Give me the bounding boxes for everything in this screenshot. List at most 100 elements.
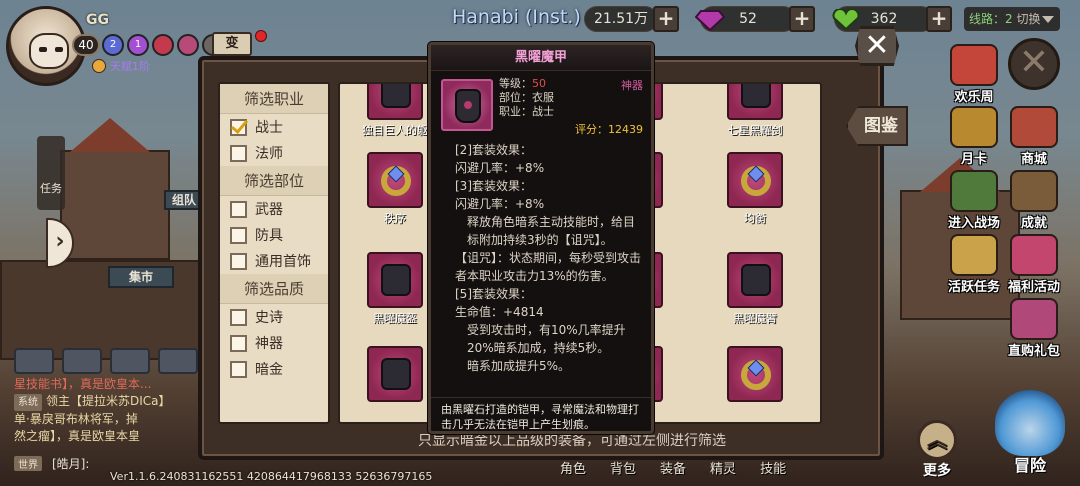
armor-icon xyxy=(441,79,493,131)
menu-item-icon xyxy=(1010,298,1058,340)
filter-checkbox[interactable] xyxy=(230,200,247,218)
add-stamina-button[interactable]: + xyxy=(926,6,952,32)
gold-display: 21.51万 xyxy=(584,6,658,32)
chat-text: 星技能书】，真是欧皇本... xyxy=(14,377,152,391)
filter-checkbox[interactable] xyxy=(230,308,247,326)
equipment-cell[interactable]: 七星黑耀剑 xyxy=(708,84,802,138)
filter-column: 筛选职业 战士 法师 筛选部位 武器 防具 通用首饰 筛选品质 史诗 神器 暗金 xyxy=(218,82,330,424)
filter-option[interactable]: 通用首饰 xyxy=(220,248,328,274)
filter-checkbox[interactable] xyxy=(230,144,247,162)
bottom-nav-item[interactable]: 精灵 xyxy=(710,458,736,477)
tooltip-title: 黑曜魔甲 xyxy=(431,45,651,71)
filter-checkbox[interactable] xyxy=(230,226,247,244)
filter-option-label: 防具 xyxy=(255,228,283,244)
equipment-cell[interactable] xyxy=(708,346,802,404)
bottom-nav: 角色 背包 装备 精灵 技能 xyxy=(560,458,786,477)
settings-gear-icon[interactable] xyxy=(158,348,198,374)
chat-text: 然之瘤】，真是欧皇本皇 xyxy=(14,429,141,443)
item-score: 评分：12439 xyxy=(575,123,643,136)
server-line-select[interactable]: 线路：2 切换 xyxy=(964,7,1060,31)
menu-item-label: 商城 xyxy=(1020,152,1047,167)
heart-icon[interactable] xyxy=(152,34,174,56)
friends-icon[interactable] xyxy=(110,348,150,374)
world-chat[interactable]: 世界 [皓月]: xyxy=(14,455,89,472)
avatar-face xyxy=(29,33,69,69)
armor-icon xyxy=(741,84,771,108)
equipment-name: 均衡 xyxy=(744,212,766,225)
bottom-nav-item[interactable]: 装备 xyxy=(660,458,686,477)
server-name: Hanabi (Inst.) xyxy=(452,6,581,28)
filter-option-label: 通用首饰 xyxy=(255,254,311,270)
avatar-eye xyxy=(55,47,63,52)
bottom-nav-item[interactable]: 角色 xyxy=(560,458,586,477)
filter-checkbox[interactable] xyxy=(230,334,247,352)
equipment-slot xyxy=(727,152,783,208)
add-gem-button[interactable]: + xyxy=(789,6,815,32)
crown-icon[interactable] xyxy=(177,34,199,56)
filter-option[interactable]: 法师 xyxy=(220,140,328,166)
slot-text: 部位：衣服 xyxy=(499,91,554,104)
filter-checkbox[interactable] xyxy=(230,360,247,378)
notification-dot xyxy=(255,30,267,42)
right-menu-item[interactable]: 进入战场 xyxy=(944,170,1004,231)
close-button[interactable]: ✕ xyxy=(855,26,899,66)
more-button[interactable]: ︽ 更多 xyxy=(912,420,962,480)
right-menu-item[interactable]: 福利活动 xyxy=(1004,234,1064,295)
filter-option[interactable]: 武器 xyxy=(220,196,328,222)
status-icons: 2 1 xyxy=(102,34,224,56)
effect-line: 生命值：+4814 xyxy=(455,305,544,319)
equipment-cell[interactable]: 黑曜魔臂 xyxy=(708,252,802,326)
effect-line: 受到攻击时，有10%几率提升20%暗系加成，持续5秒。 xyxy=(467,323,626,355)
right-menu-item[interactable]: 活跃任务 xyxy=(944,234,1004,295)
menu-item-label: 活跃任务 xyxy=(947,280,1000,295)
armor-icon xyxy=(741,264,771,296)
menu-close-icon[interactable]: ✕ xyxy=(1008,38,1060,90)
talent-label: 天赋1阶 xyxy=(110,60,150,73)
talent-icon xyxy=(92,59,106,73)
chat-log[interactable]: 星技能书】，真是欧皇本... 系统 领主【提拉米苏DICa】 单·暴戾哥布林将军，掉然… xyxy=(14,376,214,445)
armor-icon xyxy=(381,84,411,108)
filter-checkbox[interactable] xyxy=(230,252,247,270)
filter-option[interactable]: 暗金 xyxy=(220,356,328,382)
right-menu-item[interactable]: 欢乐周 xyxy=(944,44,1004,105)
gem-display: 52 xyxy=(694,6,796,32)
filter-option[interactable]: 神器 xyxy=(220,330,328,356)
filter-checkbox[interactable] xyxy=(230,118,247,136)
tooltip-flavor-text: 由黑曜石打造的铠甲，寻常魔法和物理打击几乎无法在铠甲上产生划痕。 xyxy=(431,397,651,436)
task-tab[interactable]: 任务 xyxy=(37,136,65,210)
chat-bubble-icon[interactable] xyxy=(14,348,54,374)
item-tooltip: 黑曜魔甲 等级：50 部位：衣服 职业：战士 神器 评分：12439 [2]套装… xyxy=(428,42,654,434)
filter-option[interactable]: 防具 xyxy=(220,222,328,248)
right-menu-item[interactable]: 直购礼包 xyxy=(1004,298,1064,359)
buff-icon[interactable]: 1 xyxy=(127,34,149,56)
right-menu-item[interactable]: 成就 xyxy=(1004,170,1064,231)
filter-option-label: 神器 xyxy=(255,336,283,352)
chat-text: 领主【提拉米苏DICa】 xyxy=(46,394,171,408)
buff-icon[interactable]: 2 xyxy=(102,34,124,56)
chat-line: 单·暴戾哥布林将军，掉 xyxy=(14,411,214,428)
filter-option[interactable]: 战士 xyxy=(220,114,328,140)
more-icon: ︽ xyxy=(917,420,957,460)
transform-button[interactable]: 变 xyxy=(212,32,252,56)
filter-option-label: 武器 xyxy=(255,202,283,218)
right-menu-item[interactable]: 月卡 xyxy=(944,106,1004,167)
right-menu-item[interactable]: 商城 xyxy=(1004,106,1064,167)
gem-amount: 52 xyxy=(739,11,757,27)
bottom-nav-item[interactable]: 技能 xyxy=(760,458,786,477)
codex-tab[interactable]: 图鉴 xyxy=(846,106,908,146)
world-chat-text: [皓月]: xyxy=(52,457,90,471)
equipment-slot xyxy=(727,346,783,402)
talent-indicator[interactable]: 天赋1阶 xyxy=(92,58,150,74)
bottom-nav-item[interactable]: 背包 xyxy=(610,458,636,477)
filter-option[interactable]: 史诗 xyxy=(220,304,328,330)
mail-icon[interactable] xyxy=(62,348,102,374)
filter-option-label: 战士 xyxy=(255,120,283,136)
filter-section-title: 筛选部位 xyxy=(220,166,328,196)
adventure-button[interactable]: 冒险 xyxy=(982,390,1078,484)
chevron-down-icon xyxy=(1042,16,1054,23)
market-sign[interactable]: 集市 xyxy=(108,266,174,288)
filter-option-label: 暗金 xyxy=(255,362,283,378)
add-gold-button[interactable]: + xyxy=(653,6,679,32)
effect-line: 释放角色暗系主动技能时，给目标附加持续3秒的【诅咒】。 xyxy=(467,215,636,247)
equipment-cell[interactable]: 均衡 xyxy=(708,152,802,226)
